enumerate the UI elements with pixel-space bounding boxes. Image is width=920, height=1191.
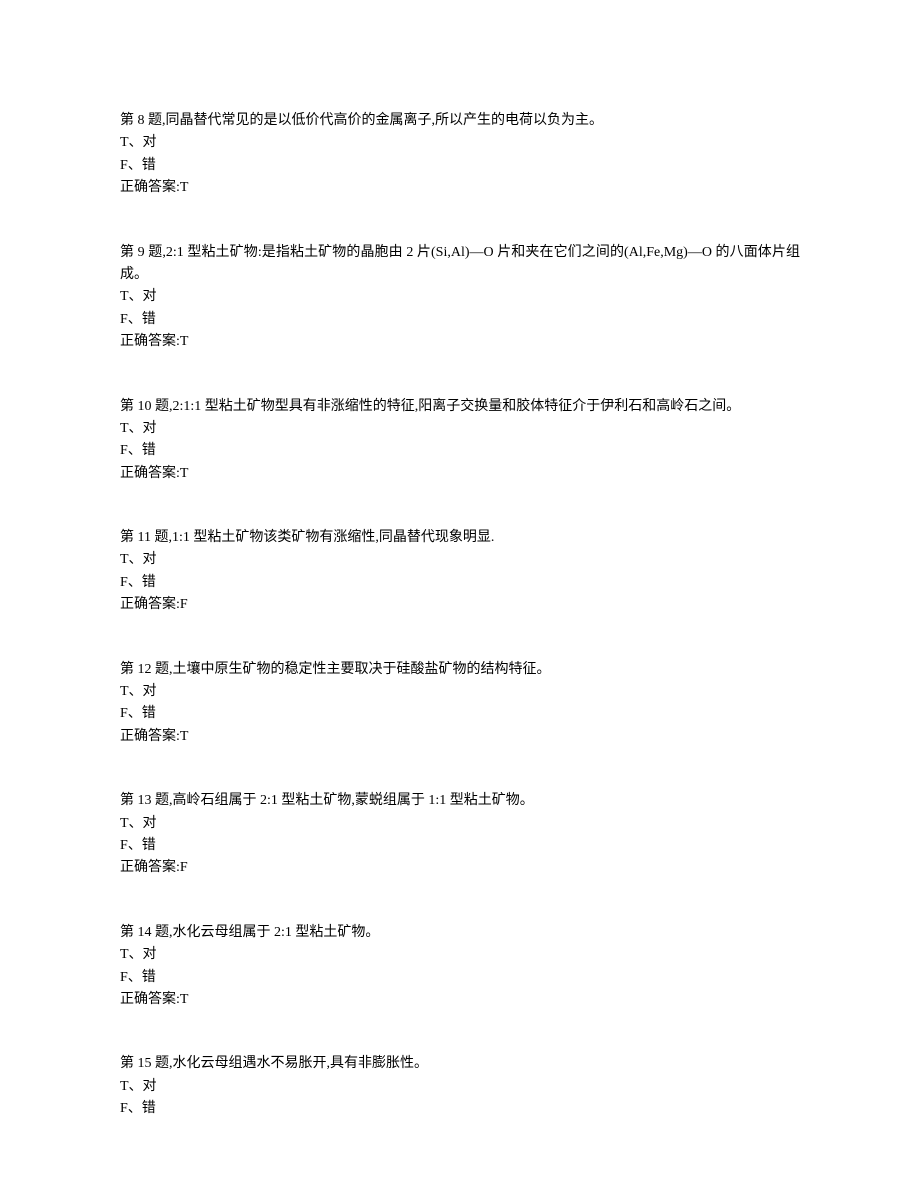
answer: 正确答案:T bbox=[120, 331, 800, 353]
option-t: T、对 bbox=[120, 944, 800, 966]
question-number: 第 8 题, bbox=[120, 113, 166, 128]
question-text: 第 14 题,水化云母组属于 2:1 型粘土矿物。 bbox=[120, 922, 800, 944]
question-number: 第 9 题, bbox=[120, 245, 166, 260]
option-f: F、错 bbox=[120, 309, 800, 331]
question-body: 1:1 型粘土矿物该类矿物有涨缩性,同晶替代现象明显. bbox=[172, 530, 494, 545]
answer-value: T bbox=[180, 180, 189, 195]
option-t: T、对 bbox=[120, 418, 800, 440]
question-number: 第 12 题, bbox=[120, 662, 173, 677]
question-text: 第 13 题,高岭石组属于 2:1 型粘土矿物,蒙蜕组属于 1:1 型粘土矿物。 bbox=[120, 790, 800, 812]
option-f: F、错 bbox=[120, 572, 800, 594]
option-t: T、对 bbox=[120, 549, 800, 571]
question-body: 高岭石组属于 2:1 型粘土矿物,蒙蜕组属于 1:1 型粘土矿物。 bbox=[173, 793, 534, 808]
question-13: 第 13 题,高岭石组属于 2:1 型粘土矿物,蒙蜕组属于 1:1 型粘土矿物。… bbox=[120, 790, 800, 880]
option-f: F、错 bbox=[120, 440, 800, 462]
answer-value: T bbox=[180, 466, 189, 481]
question-body: 2:1 型粘土矿物:是指粘土矿物的晶胞由 2 片(Si,Al)—O 片和夹在它们… bbox=[120, 245, 800, 282]
answer-value: T bbox=[180, 334, 189, 349]
question-12: 第 12 题,土壤中原生矿物的稳定性主要取决于硅酸盐矿物的结构特征。 T、对 F… bbox=[120, 659, 800, 749]
question-text: 第 12 题,土壤中原生矿物的稳定性主要取决于硅酸盐矿物的结构特征。 bbox=[120, 659, 800, 681]
answer: 正确答案:T bbox=[120, 463, 800, 485]
question-text: 第 8 题,同晶替代常见的是以低价代高价的金属离子,所以产生的电荷以负为主。 bbox=[120, 110, 800, 132]
option-t: T、对 bbox=[120, 813, 800, 835]
answer-label: 正确答案: bbox=[120, 860, 180, 875]
question-number: 第 14 题, bbox=[120, 925, 173, 940]
answer-label: 正确答案: bbox=[120, 466, 180, 481]
option-t: T、对 bbox=[120, 286, 800, 308]
question-10: 第 10 题,2:1:1 型粘土矿物型具有非涨缩性的特征,阳离子交换量和胶体特征… bbox=[120, 396, 800, 486]
option-f: F、错 bbox=[120, 967, 800, 989]
question-number: 第 13 题, bbox=[120, 793, 173, 808]
question-8: 第 8 题,同晶替代常见的是以低价代高价的金属离子,所以产生的电荷以负为主。 T… bbox=[120, 110, 800, 200]
question-number: 第 10 题, bbox=[120, 399, 173, 414]
option-f: F、错 bbox=[120, 155, 800, 177]
question-text: 第 15 题,水化云母组遇水不易胀开,具有非膨胀性。 bbox=[120, 1053, 800, 1075]
option-t: T、对 bbox=[120, 1076, 800, 1098]
question-number: 第 15 题, bbox=[120, 1056, 173, 1071]
answer-label: 正确答案: bbox=[120, 334, 180, 349]
answer-value: F bbox=[180, 860, 188, 875]
question-14: 第 14 题,水化云母组属于 2:1 型粘土矿物。 T、对 F、错 正确答案:T bbox=[120, 922, 800, 1012]
option-t: T、对 bbox=[120, 132, 800, 154]
question-9: 第 9 题,2:1 型粘土矿物:是指粘土矿物的晶胞由 2 片(Si,Al)—O … bbox=[120, 242, 800, 354]
question-body: 土壤中原生矿物的稳定性主要取决于硅酸盐矿物的结构特征。 bbox=[173, 662, 551, 677]
answer-label: 正确答案: bbox=[120, 729, 180, 744]
answer: 正确答案:T bbox=[120, 726, 800, 748]
option-f: F、错 bbox=[120, 703, 800, 725]
answer-label: 正确答案: bbox=[120, 992, 180, 1007]
question-text: 第 11 题,1:1 型粘土矿物该类矿物有涨缩性,同晶替代现象明显. bbox=[120, 527, 800, 549]
question-body: 水化云母组属于 2:1 型粘土矿物。 bbox=[173, 925, 380, 940]
answer-label: 正确答案: bbox=[120, 180, 180, 195]
question-text: 第 9 题,2:1 型粘土矿物:是指粘土矿物的晶胞由 2 片(Si,Al)—O … bbox=[120, 242, 800, 287]
answer: 正确答案:T bbox=[120, 177, 800, 199]
answer: 正确答案:F bbox=[120, 594, 800, 616]
answer-value: T bbox=[180, 992, 189, 1007]
question-11: 第 11 题,1:1 型粘土矿物该类矿物有涨缩性,同晶替代现象明显. T、对 F… bbox=[120, 527, 800, 617]
question-text: 第 10 题,2:1:1 型粘土矿物型具有非涨缩性的特征,阳离子交换量和胶体特征… bbox=[120, 396, 800, 418]
question-number: 第 11 题, bbox=[120, 530, 172, 545]
answer-label: 正确答案: bbox=[120, 597, 180, 612]
option-f: F、错 bbox=[120, 1098, 800, 1120]
question-body: 水化云母组遇水不易胀开,具有非膨胀性。 bbox=[173, 1056, 429, 1071]
option-t: T、对 bbox=[120, 681, 800, 703]
question-body: 同晶替代常见的是以低价代高价的金属离子,所以产生的电荷以负为主。 bbox=[166, 113, 604, 128]
option-f: F、错 bbox=[120, 835, 800, 857]
answer-value: T bbox=[180, 729, 189, 744]
answer: 正确答案:F bbox=[120, 857, 800, 879]
question-15: 第 15 题,水化云母组遇水不易胀开,具有非膨胀性。 T、对 F、错 bbox=[120, 1053, 800, 1120]
answer-value: F bbox=[180, 597, 188, 612]
answer: 正确答案:T bbox=[120, 989, 800, 1011]
question-body: 2:1:1 型粘土矿物型具有非涨缩性的特征,阳离子交换量和胶体特征介于伊利石和高… bbox=[173, 399, 741, 414]
